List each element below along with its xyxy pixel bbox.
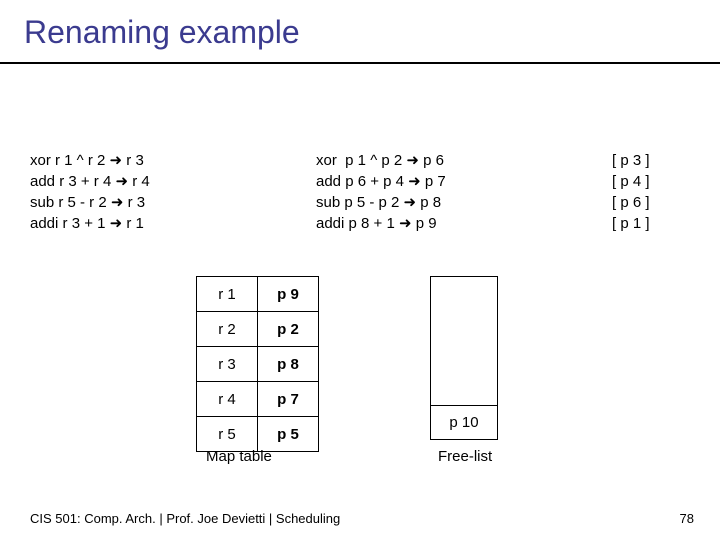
table-row: r 3 p 8 <box>197 347 319 382</box>
map-r-cell: r 5 <box>197 417 258 452</box>
slide-footer: CIS 501: Comp. Arch. | Prof. Joe Deviett… <box>30 511 340 526</box>
page-number: 78 <box>680 511 694 526</box>
map-table: r 1 p 9 r 2 p 2 r 3 p 8 r 4 p 7 r 5 p 5 <box>196 276 319 452</box>
map-r-cell: r 1 <box>197 277 258 312</box>
map-p-cell: p 7 <box>258 382 319 417</box>
physical-instruction-block: xor p 1 ^ p 2 ➜ p 6 add p 6 + p 4 ➜ p 7 … <box>316 150 446 234</box>
free-list-cell: p 10 <box>431 405 497 439</box>
map-p-cell: p 5 <box>258 417 319 452</box>
title-underline <box>0 62 720 64</box>
table-row: r 5 p 5 <box>197 417 319 452</box>
free-list-box: p 10 <box>430 276 498 440</box>
map-r-cell: r 3 <box>197 347 258 382</box>
map-table-label: Map table <box>206 448 272 465</box>
table-row: r 1 p 9 <box>197 277 319 312</box>
free-list-label: Free-list <box>438 448 492 465</box>
freed-registers-block: [ p 3 ] [ p 4 ] [ p 6 ] [ p 1 ] <box>612 150 650 234</box>
map-r-cell: r 2 <box>197 312 258 347</box>
map-p-cell: p 9 <box>258 277 319 312</box>
table-row: r 2 p 2 <box>197 312 319 347</box>
map-p-cell: p 8 <box>258 347 319 382</box>
map-r-cell: r 4 <box>197 382 258 417</box>
logical-instruction-block: xor r 1 ^ r 2 ➜ r 3 add r 3 + r 4 ➜ r 4 … <box>30 150 150 234</box>
map-p-cell: p 2 <box>258 312 319 347</box>
table-row: r 4 p 7 <box>197 382 319 417</box>
slide-title: Renaming example <box>24 14 300 51</box>
